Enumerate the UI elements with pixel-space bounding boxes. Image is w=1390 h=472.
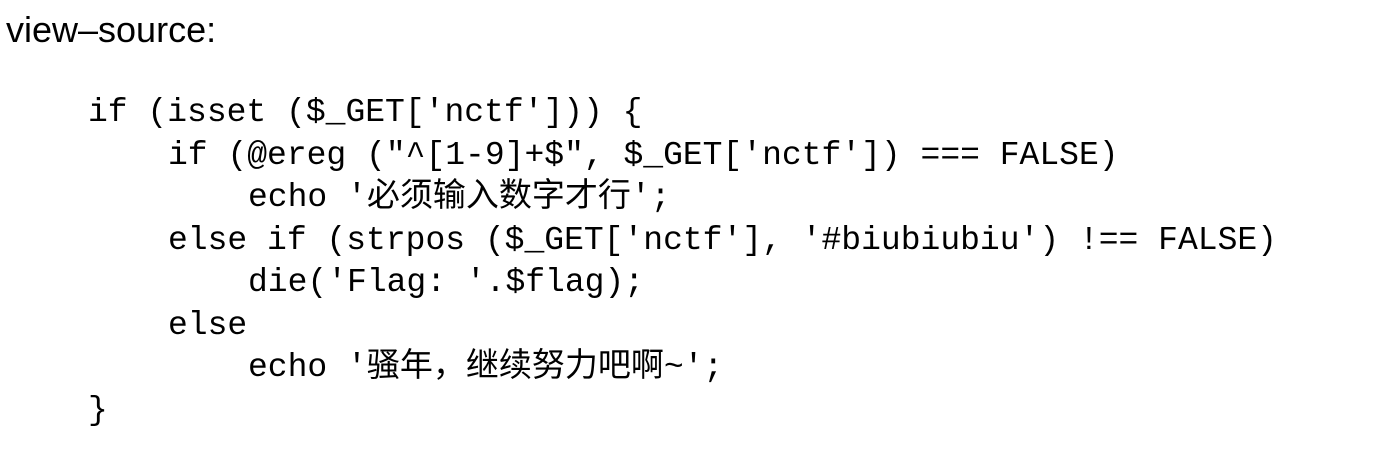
code-line: if (isset ($_GET['nctf'])) { (88, 94, 643, 131)
code-line: echo '必须输入数字才行'; (248, 179, 671, 216)
code-line: if (@ereg ("^[1-9]+$", $_GET['nctf']) ==… (168, 136, 1119, 174)
source-code-block: if (isset ($_GET['nctf'])) { if (@ereg (… (88, 92, 1277, 432)
code-line: else if (strpos ($_GET['nctf'], '#biubiu… (168, 221, 1277, 259)
code-line: die('Flag: '.$flag); (248, 264, 645, 301)
code-line: } (88, 391, 108, 429)
page-title: view–source: (6, 9, 217, 50)
code-line: echo '骚年，继续努力吧啊~'; (248, 349, 724, 386)
code-line: else (168, 306, 248, 344)
